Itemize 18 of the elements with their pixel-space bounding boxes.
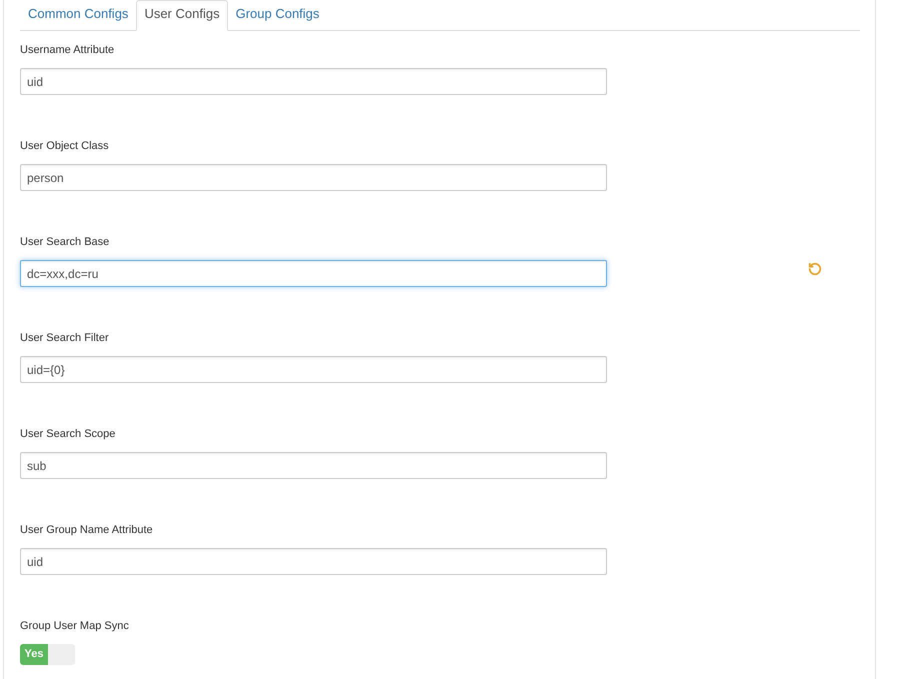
field-label: User Search Filter xyxy=(20,331,109,345)
input-field[interactable]: uid xyxy=(20,68,607,95)
tab[interactable]: Common Configs xyxy=(20,0,136,31)
input-field[interactable]: dc=xxx,dc=ru xyxy=(20,260,607,287)
field-label: Group User Map Sync xyxy=(20,619,129,633)
undo-icon[interactable] xyxy=(808,262,822,276)
toggle-label: Yes xyxy=(20,644,48,665)
tab[interactable]: User Configs xyxy=(136,0,228,31)
field-label: User Group Name Attribute xyxy=(20,523,153,537)
input-field[interactable]: uid={0} xyxy=(20,356,607,383)
field-label: User Object Class xyxy=(20,139,109,153)
field-label: Username Attribute xyxy=(20,43,114,57)
field-label: User Search Base xyxy=(20,235,110,249)
input-field[interactable]: person xyxy=(20,164,607,191)
tab[interactable]: Group Configs xyxy=(228,0,328,31)
input-field[interactable]: sub xyxy=(20,452,607,479)
input-field[interactable]: uid xyxy=(20,548,607,575)
field-label: User Search Scope xyxy=(20,427,116,441)
